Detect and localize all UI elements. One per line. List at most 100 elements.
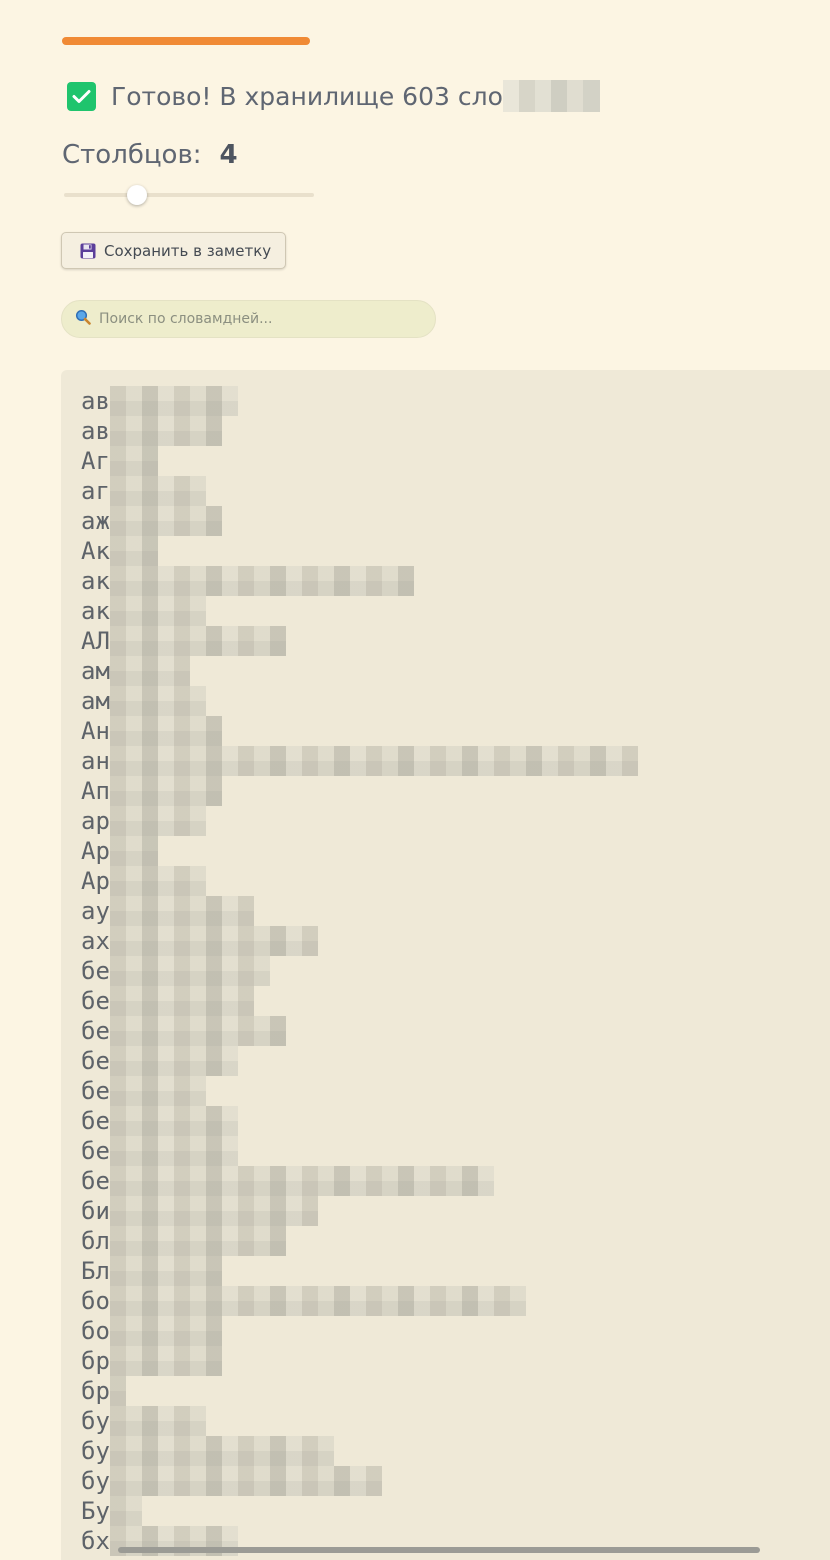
word-redacted — [109, 866, 206, 896]
word-text: Ак — [81, 537, 110, 565]
word-text: ак — [81, 567, 110, 595]
word-item: Аг — [81, 446, 830, 476]
word-text: би — [81, 1197, 110, 1225]
word-redacted — [109, 446, 158, 476]
columns-value: 4 — [219, 140, 238, 170]
checkbox-checked-icon — [67, 81, 96, 111]
word-item: Ан — [81, 716, 830, 746]
progress-bar-fill — [62, 37, 310, 45]
word-text: Ар — [81, 867, 110, 895]
word-item: бу — [81, 1406, 830, 1436]
word-text: Ар — [81, 837, 110, 865]
word-text: бу — [81, 1437, 110, 1465]
word-text: бр — [81, 1377, 110, 1405]
word-item: ан — [81, 746, 830, 776]
word-list: ав ав Аг аг аж Ак ак ак АЛ ам ам Ан ан Ап ар Ар Ар ау ах бе… — [61, 370, 830, 1556]
word-item: бе — [81, 986, 830, 1016]
search-input[interactable] — [97, 310, 421, 328]
word-item: ам — [81, 686, 830, 716]
word-text: Ап — [81, 777, 110, 805]
columns-slider-thumb[interactable] — [127, 185, 148, 205]
word-redacted — [109, 956, 270, 986]
magnifier-icon — [75, 309, 91, 329]
word-redacted — [109, 1226, 286, 1256]
word-item: бр — [81, 1346, 830, 1376]
word-text: ав — [81, 417, 110, 445]
columns-label: Столбцов: 4 — [62, 140, 238, 170]
word-text: ау — [81, 897, 110, 925]
word-text: бл — [81, 1227, 110, 1255]
word-text: ак — [81, 597, 110, 625]
word-item: бе — [81, 1016, 830, 1046]
word-redacted — [109, 656, 190, 686]
word-redacted — [109, 1106, 238, 1136]
word-item: ар — [81, 806, 830, 836]
word-item: аж — [81, 506, 830, 536]
word-text: бе — [81, 1047, 110, 1075]
search-box[interactable] — [61, 300, 436, 338]
word-redacted — [109, 1016, 286, 1046]
word-text: бр — [81, 1347, 110, 1375]
word-item: ак — [81, 566, 830, 596]
word-redacted — [109, 1136, 238, 1166]
word-item: Бл — [81, 1256, 830, 1286]
status-text: Готово! В хранилище 603 сло — [111, 81, 503, 111]
word-redacted — [109, 1466, 382, 1496]
word-redacted — [109, 1406, 206, 1436]
word-redacted — [109, 716, 222, 746]
word-redacted — [109, 596, 206, 626]
word-item: бе — [81, 1076, 830, 1106]
word-redacted — [109, 1496, 142, 1526]
word-item: Ап — [81, 776, 830, 806]
word-redacted — [109, 836, 158, 866]
word-item: бу — [81, 1466, 830, 1496]
word-text: бе — [81, 1077, 110, 1105]
word-item: ав — [81, 386, 830, 416]
word-text: бу — [81, 1407, 110, 1435]
word-redacted — [109, 416, 222, 446]
word-redacted — [109, 566, 414, 596]
word-text: ах — [81, 927, 110, 955]
floppy-disk-icon — [80, 243, 96, 259]
word-item: бе — [81, 1106, 830, 1136]
word-text: бе — [81, 1137, 110, 1165]
word-text: Бу — [81, 1497, 110, 1525]
word-redacted — [109, 686, 206, 716]
word-text: бе — [81, 987, 110, 1015]
word-text: бу — [81, 1467, 110, 1495]
word-item: бе — [81, 1136, 830, 1166]
word-text: бе — [81, 957, 110, 985]
word-text: Аг — [81, 447, 110, 475]
word-text: ам — [81, 687, 110, 715]
word-item: бо — [81, 1316, 830, 1346]
save-to-note-button[interactable]: Сохранить в заметку — [61, 232, 286, 269]
word-redacted — [109, 776, 222, 806]
word-item: Бу — [81, 1496, 830, 1526]
word-redacted — [109, 896, 254, 926]
word-redacted — [109, 386, 238, 416]
horizontal-scrollbar[interactable] — [118, 1547, 760, 1553]
word-text: Бл — [81, 1257, 110, 1285]
columns-label-text: Столбцов: — [62, 140, 202, 170]
word-redacted — [109, 926, 318, 956]
status-message: Готово! В хранилище 603 сло — [67, 80, 600, 112]
save-to-note-label: Сохранить в заметку — [104, 241, 272, 260]
word-item: би — [81, 1196, 830, 1226]
word-item: Ак — [81, 536, 830, 566]
columns-slider-track[interactable] — [64, 193, 314, 197]
word-item: бр — [81, 1376, 830, 1406]
word-redacted — [109, 986, 254, 1016]
word-redacted — [109, 626, 286, 656]
word-item: ах — [81, 926, 830, 956]
word-redacted — [109, 1196, 318, 1226]
word-redacted — [109, 1256, 222, 1286]
word-redacted — [109, 1076, 206, 1106]
word-redacted — [109, 476, 206, 506]
word-redacted — [109, 1436, 334, 1466]
word-item: бе — [81, 956, 830, 986]
word-redacted — [109, 1166, 494, 1196]
word-item: бл — [81, 1226, 830, 1256]
columns-slider[interactable] — [64, 185, 314, 205]
word-text: бо — [81, 1317, 110, 1345]
word-item: ам — [81, 656, 830, 686]
